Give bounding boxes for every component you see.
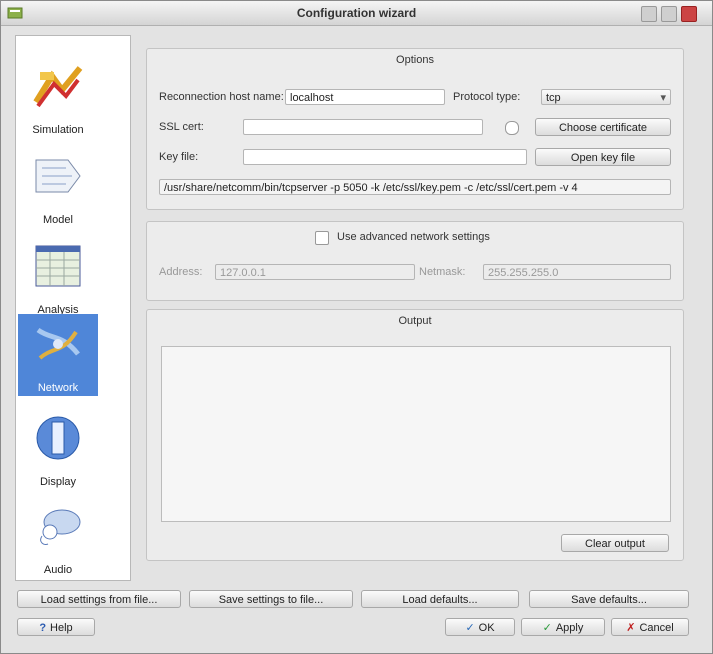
command-line-field[interactable]: /usr/share/netcomm/bin/tcpserver -p 5050… bbox=[159, 179, 671, 195]
load-defaults-button[interactable]: Load defaults... bbox=[361, 590, 519, 608]
window-title: Configuration wizard bbox=[296, 6, 417, 20]
cancel-label: Cancel bbox=[639, 622, 674, 634]
sidebar-item-audio[interactable]: Audio bbox=[18, 496, 98, 578]
load-settings-button[interactable]: Load settings from file... bbox=[17, 590, 181, 608]
keyfile-field[interactable] bbox=[243, 149, 527, 165]
open-keyfile-button[interactable]: Open key file bbox=[535, 148, 671, 166]
cert-label: SSL cert: bbox=[159, 121, 204, 133]
netmask-field[interactable]: 255.255.255.0 bbox=[483, 264, 671, 280]
address-label: Address: bbox=[159, 266, 203, 278]
close-icon[interactable] bbox=[681, 6, 697, 22]
sidebar-item-simulation[interactable]: Simulation bbox=[18, 56, 98, 138]
ok-label: OK bbox=[478, 622, 495, 634]
maximize-icon[interactable] bbox=[661, 6, 677, 22]
keyfile-label: Key file: bbox=[159, 151, 199, 163]
display-icon bbox=[36, 416, 80, 460]
options-title: Options bbox=[396, 54, 434, 66]
cert-field[interactable] bbox=[243, 119, 483, 135]
output-log[interactable] bbox=[161, 346, 671, 522]
choose-cert-button[interactable]: Choose certificate bbox=[535, 118, 671, 136]
analysis-icon bbox=[35, 245, 81, 287]
advanced-checkbox-label: Use advanced network settings bbox=[337, 231, 490, 243]
output-group: Output Clear output bbox=[146, 309, 684, 561]
protocol-label: Protocol type: bbox=[453, 91, 521, 103]
output-title: Output bbox=[398, 315, 432, 327]
host-field[interactable]: localhost bbox=[285, 89, 445, 105]
protocol-select[interactable]: tcp ▾ bbox=[541, 89, 671, 105]
address-field[interactable]: 127.0.0.1 bbox=[215, 264, 415, 280]
minimize-icon[interactable] bbox=[641, 6, 657, 22]
simulation-icon bbox=[33, 66, 83, 108]
advanced-checkbox[interactable] bbox=[315, 231, 329, 245]
help-button[interactable]: ? Help bbox=[17, 618, 95, 636]
netmask-label: Netmask: bbox=[419, 266, 466, 278]
sidebar: Simulation Model Analysis Network Displa… bbox=[15, 35, 131, 581]
help-icon: ? bbox=[39, 622, 47, 635]
sidebar-item-analysis[interactable]: Analysis bbox=[18, 236, 98, 318]
cert-toggle-icon[interactable] bbox=[505, 121, 519, 135]
title-bar[interactable]: Configuration wizard bbox=[1, 1, 712, 26]
model-icon bbox=[35, 159, 81, 193]
audio-icon bbox=[40, 509, 81, 545]
protocol-value: tcp bbox=[546, 92, 561, 104]
sidebar-item-model[interactable]: Model bbox=[18, 146, 98, 228]
save-settings-button[interactable]: Save settings to file... bbox=[189, 590, 353, 608]
options-group: Options Reconnection host name: localhos… bbox=[146, 48, 684, 210]
chevron-down-icon: ▾ bbox=[660, 92, 666, 104]
apply-button[interactable]: ✓ Apply bbox=[521, 618, 605, 636]
host-label: Reconnection host name: bbox=[159, 91, 284, 103]
sidebar-item-network[interactable]: Network bbox=[18, 314, 98, 396]
check-icon: ✓ bbox=[465, 622, 475, 635]
ok-button[interactable]: ✓ OK bbox=[445, 618, 515, 636]
advanced-group: Use advanced network settings Address: 1… bbox=[146, 221, 684, 301]
save-defaults-button[interactable]: Save defaults... bbox=[529, 590, 689, 608]
settings-window: Configuration wizard Simulation Model An… bbox=[0, 0, 713, 654]
network-icon bbox=[36, 327, 80, 360]
help-label: Help bbox=[50, 622, 73, 634]
sidebar-item-display[interactable]: Display bbox=[18, 408, 98, 490]
apply-label: Apply bbox=[555, 622, 584, 634]
cancel-icon: ✗ bbox=[626, 622, 636, 635]
clear-output-button[interactable]: Clear output bbox=[561, 534, 669, 552]
apply-icon: ✓ bbox=[542, 622, 552, 635]
cancel-button[interactable]: ✗ Cancel bbox=[611, 618, 689, 636]
